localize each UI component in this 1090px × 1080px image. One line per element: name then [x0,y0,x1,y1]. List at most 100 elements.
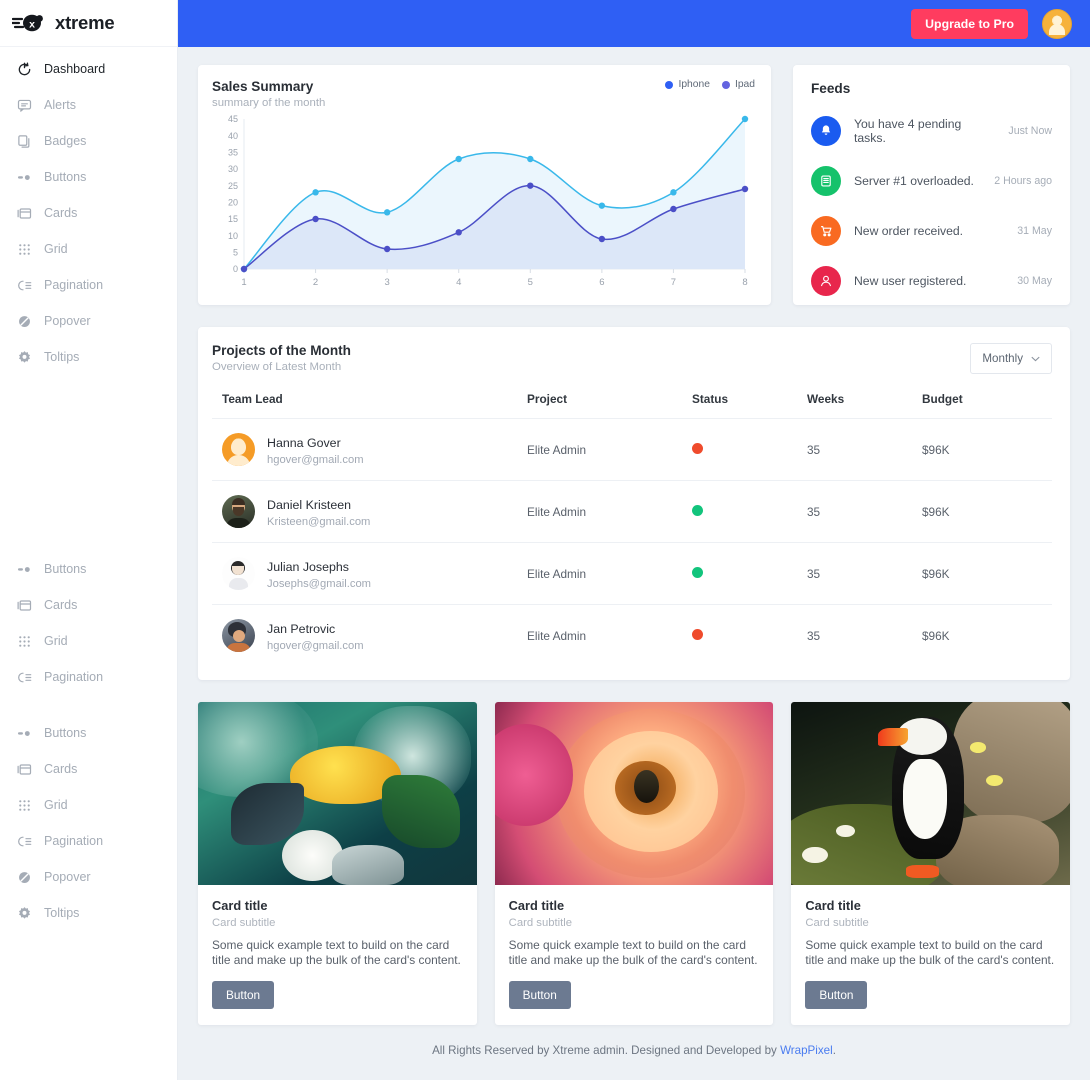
cell-team-lead: Julian Josephs Josephs@gmail.com [212,542,527,605]
chart-header: Sales Summary summary of the month Iphon… [212,79,755,109]
avatar-julian [222,557,255,590]
table-row[interactable]: Julian Josephs Josephs@gmail.com Elite Adm… [212,542,1052,605]
lead-name: Daniel Kristeen [267,497,352,512]
feed-item[interactable]: Server #1 overloaded. 2 Hours ago [811,166,1052,196]
card-icon [16,597,32,613]
feed-item[interactable]: You have 4 pending tasks. Just Now [811,116,1052,146]
lead-email: hgover@gmail.com [267,453,364,466]
sidebar-item-label: Cards [44,598,78,612]
table-row[interactable]: Daniel Kristeen Kristeen@gmail.com Elite A… [212,480,1052,543]
projects-subtitle: Overview of Latest Month [212,361,342,373]
sidebar-item-cards-2[interactable]: Cards [0,587,177,623]
sidebar-item-label: Buttons [44,170,87,184]
sidebar-item-pagination-2[interactable]: Pagination [0,659,177,695]
sidebar-item-dashboard[interactable]: Dashboard [0,51,177,87]
cell-status [692,542,807,605]
card-subtitle: Card subtitle [508,917,573,929]
sidebar-item-alerts[interactable]: Alerts [0,87,177,123]
tooltip-icon [16,349,32,365]
svg-text:2: 2 [313,277,318,288]
projects-title: Projects of the Month [212,343,351,358]
avatar[interactable] [1042,8,1072,39]
legend-label: Iphone [678,79,710,90]
legend-item-iphone[interactable]: Iphone [665,79,710,90]
sidebar-item-label: Grid [44,634,68,648]
sidebar-item-grid-2[interactable]: Grid [0,623,177,659]
cell-budget: $96K [922,480,1052,543]
svg-text:30: 30 [228,164,238,174]
wrappixel-link[interactable]: WrapPixel [780,1044,833,1057]
feed-item[interactable]: New user registered. 30 May [811,266,1052,296]
feed-time: 31 May [1017,225,1052,237]
sidebar-item-label: Pagination [44,670,104,684]
sidebar-item-label: Buttons [44,726,87,740]
dashboard-row-1: Sales Summary summary of the month Iphon… [198,65,1070,305]
card-button[interactable]: Button [212,981,275,1010]
card-button[interactable]: Button [508,981,571,1010]
feed-time: Just Now [1008,125,1052,137]
lead-email: Josephs@gmail.com [267,577,372,590]
card-text: Some quick example text to build on the … [212,938,461,968]
sidebar-item-cards[interactable]: Cards [0,195,177,231]
sidebar-item-toltips-3[interactable]: Toltips [0,895,177,931]
monthly-filter-select[interactable]: Monthly [970,343,1052,374]
sidebar-item-grid-3[interactable]: Grid [0,787,177,823]
sidebar-item-buttons-2[interactable]: Buttons [0,551,177,587]
avatar-jan [222,619,255,652]
feed-item[interactable]: New order received. 31 May [811,216,1052,246]
pagination-icon [16,833,32,849]
svg-text:4: 4 [456,277,461,288]
status-badge [692,566,703,578]
crab-photo [198,702,477,885]
grid-icon [16,797,32,813]
svg-text:0: 0 [233,264,238,274]
puffin-photo [791,702,1071,885]
sidebar-item-grid[interactable]: Grid [0,231,177,267]
page-title: Sales Summary [212,79,314,94]
sidebar-item-toltips[interactable]: Toltips [0,339,177,375]
sidebar-item-label: Cards [44,762,78,776]
feeds-list: You have 4 pending tasks. Just Now Server … [811,116,1052,296]
cell-project: Elite Admin [527,418,692,481]
lead-name: Julian Josephs [267,559,349,574]
footer-period: . [832,1044,836,1058]
grid-icon [16,241,32,257]
pagination-icon [16,669,32,685]
sidebar-item-label: Toltips [44,906,80,920]
svg-text:45: 45 [228,114,238,124]
sidebar-item-pagination-3[interactable]: Pagination [0,823,177,859]
sidebar-item-label: Pagination [44,278,104,292]
card-button[interactable]: Button [805,981,868,1010]
table-row[interactable]: Hanna Gover hgover@gmail.com Elite Admin 35… [212,418,1052,481]
cell-team-lead: Hanna Gover hgover@gmail.com [212,418,527,481]
status-badge [692,628,703,640]
cell-status [692,418,807,481]
brand[interactable]: x xtreme [0,0,177,47]
svg-text:20: 20 [228,198,238,208]
picture-card: Card title Card subtitle Some quick exampl… [494,702,774,1026]
legend-item-ipad[interactable]: Ipad [721,79,755,90]
svg-text:3: 3 [384,277,389,288]
user-icon [811,266,841,296]
app-root: x xtreme Dashboard Alerts Badges Buttons [0,0,1090,1080]
sidebar-item-pagination[interactable]: Pagination [0,267,177,303]
content: Sales Summary summary of the month Iphon… [178,47,1090,1080]
sidebar-item-label: Toltips [44,350,80,364]
sidebar-item-buttons-3[interactable]: Buttons [0,715,177,751]
sidebar-item-popover[interactable]: Popover [0,303,177,339]
table-row[interactable]: Jan Petrovic hgover@gmail.com Elite Admin 3… [212,605,1052,667]
lead-email: hgover@gmail.com [267,639,364,652]
cell-budget: $96K [922,542,1052,605]
feed-text: New user registered. [854,274,967,288]
upgrade-to-pro-button[interactable]: Upgrade to Pro [911,8,1028,39]
sidebar-item-buttons[interactable]: Buttons [0,159,177,195]
lead-email: Kristeen@gmail.com [267,515,371,528]
card-icon [16,205,32,221]
sidebar-item-badges[interactable]: Badges [0,123,177,159]
card-title: Card title [805,898,861,913]
sidebar-item-popover-3[interactable]: Popover [0,859,177,895]
cell-budget: $96K [922,628,950,643]
sidebar-item-cards-3[interactable]: Cards [0,751,177,787]
